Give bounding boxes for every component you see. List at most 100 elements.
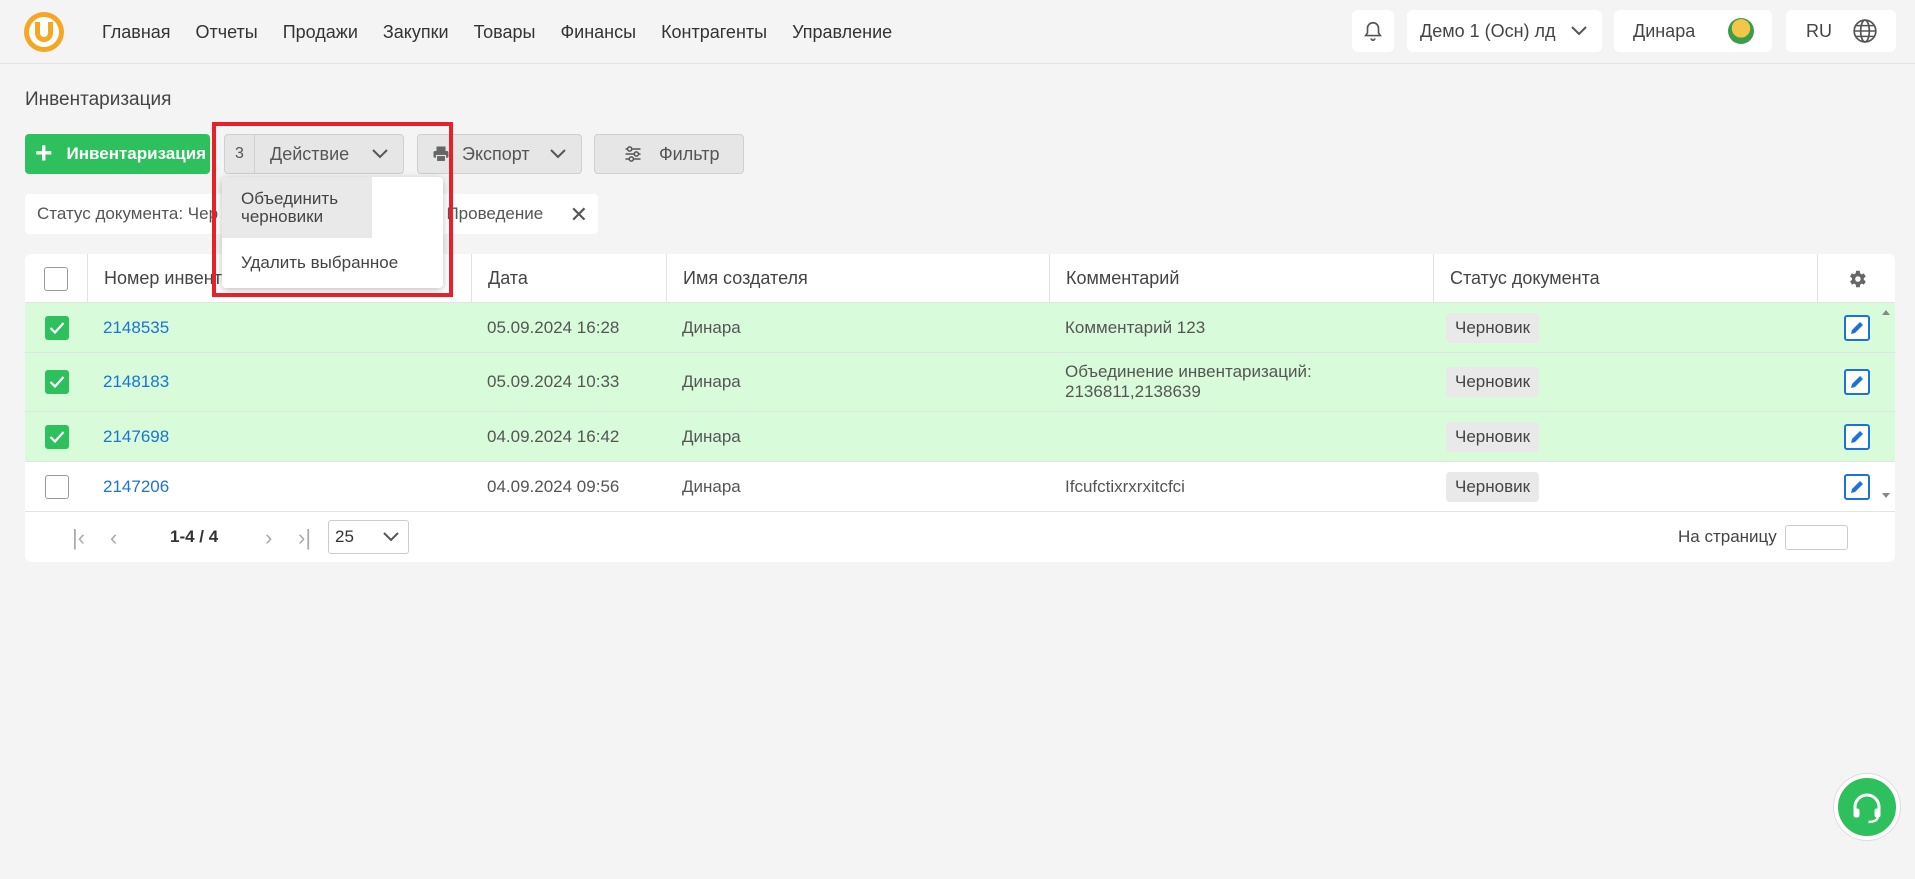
edit-button[interactable]	[1843, 473, 1870, 500]
pagination: |‹ ‹ 1-4 / 4 › ›| 25 На страницу	[25, 512, 1895, 562]
date-cell: 05.09.2024 16:28	[487, 317, 620, 337]
nav-item-home[interactable]: Главная	[102, 22, 171, 43]
inventory-number-link[interactable]: 2148183	[103, 372, 169, 392]
edit-button[interactable]	[1843, 369, 1870, 395]
action-label: Действие	[270, 143, 350, 164]
app-logo[interactable]	[24, 12, 64, 52]
column-header-creator[interactable]: Имя создателя	[667, 254, 1050, 303]
nav-item-reports[interactable]: Отчеты	[196, 22, 258, 43]
row-select-cell	[25, 462, 88, 511]
nav-item-counterparties[interactable]: Контрагенты	[661, 22, 767, 43]
column-settings-cell	[1818, 254, 1895, 303]
select-all-checkbox[interactable]	[44, 266, 68, 291]
avatar	[1728, 18, 1754, 44]
language-selector[interactable]: RU	[1786, 10, 1896, 52]
column-header-status[interactable]: Статус документа	[1434, 254, 1818, 303]
user-menu[interactable]: Динара	[1614, 10, 1772, 52]
table-row[interactable]: 2148183 05.09.2024 10:33 Динара Объедине…	[25, 353, 1895, 412]
edit-button[interactable]	[1843, 423, 1870, 450]
nav-item-purchases[interactable]: Закупки	[383, 22, 449, 43]
next-page-icon[interactable]: ›	[265, 525, 272, 551]
row-checkbox[interactable]	[44, 370, 69, 394]
inventory-table: Номер инвента Дата Имя создателя Коммент…	[25, 254, 1895, 562]
headset-icon	[1853, 793, 1881, 824]
export-button[interactable]: Экспорт	[417, 134, 582, 174]
nav-item-management[interactable]: Управление	[792, 22, 892, 43]
action-dropdown-menu: Объединить черновики Удалить выбранное	[222, 177, 443, 288]
bell-icon	[1364, 21, 1382, 41]
add-inventory-label: Инвентаризация	[66, 144, 207, 163]
row-checkbox[interactable]	[44, 424, 69, 449]
table-scrollbar[interactable]	[1877, 304, 1895, 504]
export-label: Экспорт	[462, 143, 530, 164]
last-page-icon[interactable]: ›|	[298, 525, 311, 551]
notifications-button[interactable]	[1352, 10, 1394, 52]
row-checkbox[interactable]	[44, 315, 69, 340]
chevron-down-icon	[383, 532, 399, 542]
page-size-value: 25	[335, 527, 354, 546]
status-badge: Черновик	[1446, 312, 1540, 343]
prev-page-icon[interactable]: ‹	[110, 525, 117, 551]
plus-icon: +	[35, 137, 53, 170]
nav-item-products[interactable]: Товары	[474, 22, 536, 43]
row-select-cell	[25, 412, 88, 461]
edit-button[interactable]	[1843, 314, 1870, 341]
filter-button[interactable]: Фильтр	[594, 134, 744, 174]
table-row[interactable]: 2147698 04.09.2024 16:42 Динара Черновик	[25, 412, 1895, 462]
filter-chip-text-left: Статус документа: Чер	[37, 204, 219, 223]
comment-cell: Комментарий 123	[1065, 317, 1206, 337]
language-code: RU	[1806, 20, 1832, 41]
menu-item-merge-drafts[interactable]: Объединить черновики	[222, 177, 372, 238]
status-badge: Черновик	[1446, 471, 1540, 502]
page-number-input[interactable]	[1785, 525, 1848, 550]
date-cell: 04.09.2024 09:56	[487, 476, 620, 496]
status-badge: Черновик	[1446, 367, 1540, 397]
creator-cell: Динара	[682, 476, 741, 496]
row-checkbox[interactable]	[44, 474, 69, 499]
gear-icon[interactable]	[1846, 268, 1868, 290]
comment-cell: Объединение инвентаризаций: 2136811,2138…	[1065, 362, 1312, 401]
comment-cell: Ifcufctixrxrxitcfci	[1065, 476, 1185, 496]
support-button[interactable]	[1834, 774, 1900, 840]
add-inventory-button[interactable]: + Инвентаризация	[25, 134, 210, 174]
close-icon[interactable]: ✕	[570, 202, 588, 228]
inventory-number-link[interactable]: 2148535	[103, 318, 169, 338]
creator-cell: Динара	[682, 317, 741, 337]
selected-count-badge: 3	[225, 135, 255, 173]
page-range: 1-4 / 4	[170, 527, 219, 546]
action-button[interactable]: 3 Действие	[224, 134, 404, 174]
globe-icon	[1853, 19, 1877, 43]
top-navbar: Главная Отчеты Продажи Закупки Товары Фи…	[0, 0, 1915, 64]
table-row[interactable]: 2148535 05.09.2024 16:28 Динара Коммента…	[25, 303, 1895, 353]
comment-cell	[1050, 412, 1434, 461]
date-cell: 04.09.2024 16:42	[487, 426, 620, 446]
date-cell: 05.09.2024 10:33	[487, 372, 620, 391]
column-header-date[interactable]: Дата	[472, 254, 667, 303]
creator-cell: Динара	[682, 372, 741, 391]
nav-item-sales[interactable]: Продажи	[283, 22, 358, 43]
main-nav: Главная Отчеты Продажи Закупки Товары Фи…	[102, 0, 892, 64]
inventory-number-link[interactable]: 2147698	[103, 427, 169, 447]
pencil-icon	[1850, 321, 1863, 334]
table-row[interactable]: 2147206 04.09.2024 09:56 Динара Ifcufcti…	[25, 462, 1895, 512]
chevron-down-icon	[372, 149, 388, 159]
sliders-icon	[625, 146, 641, 162]
page-title: Инвентаризация	[25, 89, 172, 110]
company-selector[interactable]: Демо 1 (Осн) лд	[1407, 10, 1602, 52]
pencil-icon	[1850, 376, 1863, 388]
column-header-comment[interactable]: Комментарий	[1050, 254, 1434, 303]
inventory-number-link[interactable]: 2147206	[103, 477, 169, 497]
menu-item-delete-selected[interactable]: Удалить выбранное	[222, 238, 443, 288]
creator-cell: Динара	[682, 426, 741, 446]
first-page-icon[interactable]: |‹	[72, 525, 85, 551]
company-name: Демо 1 (Осн) лд	[1420, 20, 1556, 41]
page-size-select[interactable]: 25	[328, 520, 409, 554]
nav-item-finance[interactable]: Финансы	[560, 22, 636, 43]
per-page-label: На страницу	[1678, 527, 1777, 546]
status-badge: Черновик	[1446, 421, 1540, 452]
printer-icon	[433, 146, 449, 163]
row-select-cell	[25, 353, 88, 411]
filter-chip-text-right: , Проведение	[437, 204, 544, 223]
chevron-down-icon	[1571, 26, 1587, 36]
filter-label: Фильтр	[659, 143, 720, 164]
